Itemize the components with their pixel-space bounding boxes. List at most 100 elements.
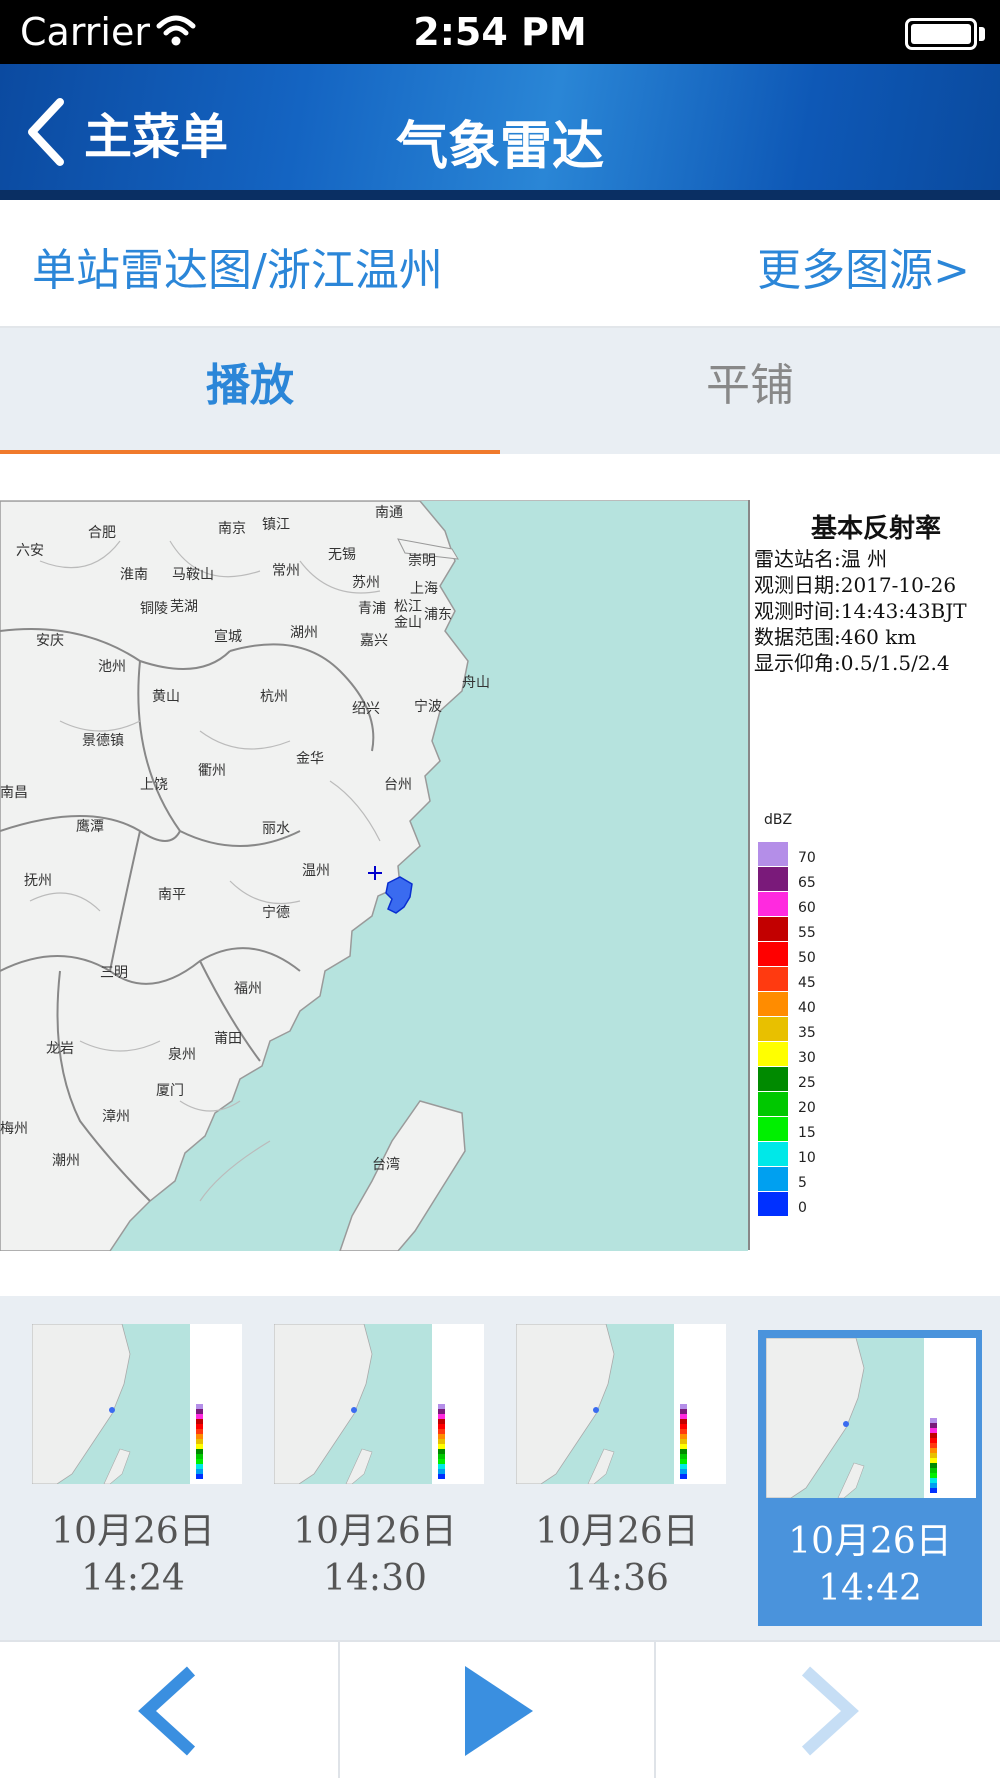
legend-swatch xyxy=(758,967,788,991)
legend-label: 35 xyxy=(798,1025,816,1041)
radar-station-info: 雷达站名:温 州 xyxy=(754,547,888,571)
frame-thumbnail-image xyxy=(516,1324,726,1484)
city-label: 潮州 xyxy=(52,1153,80,1169)
frame-date: 10月26日 xyxy=(788,1521,952,1562)
frame-thumbnail[interactable]: 10月26日 14:30 xyxy=(264,1324,486,1624)
tab-play[interactable]: 播放 xyxy=(0,328,500,454)
legend-label: 10 xyxy=(798,1150,816,1166)
city-label: 丽水 xyxy=(262,821,290,837)
city-label: 抚州 xyxy=(24,873,52,889)
city-label: 池州 xyxy=(98,659,126,675)
play-icon xyxy=(465,1666,533,1756)
city-label: 台州 xyxy=(384,777,412,793)
legend-title: 基本反射率 xyxy=(810,514,941,544)
legend-label: 55 xyxy=(798,925,816,941)
city-label: 镇江 xyxy=(262,517,290,533)
city-label: 台湾 xyxy=(372,1156,400,1173)
data-range-info: 数据范围:460 km xyxy=(754,625,917,649)
frame-thumbnail[interactable]: 10月26日 14:24 xyxy=(22,1324,244,1624)
legend-label: 0 xyxy=(798,1200,807,1216)
frame-date: 10月26日 xyxy=(535,1511,699,1552)
page-title: 气象雷达 xyxy=(395,117,604,177)
legend-swatch xyxy=(758,842,788,866)
legend-label: 15 xyxy=(798,1125,816,1141)
city-label: 安庆 xyxy=(36,633,64,649)
legend-label: 45 xyxy=(798,975,816,991)
legend-label: 40 xyxy=(798,1000,816,1016)
city-label: 杭州 xyxy=(260,689,288,705)
city-label: 上海 xyxy=(410,581,438,597)
previous-frame-button[interactable] xyxy=(0,1642,340,1778)
legend-label: 25 xyxy=(798,1075,816,1091)
city-label: 上饶 xyxy=(140,777,168,793)
legend-swatch xyxy=(758,1017,788,1041)
playback-controls xyxy=(0,1640,1000,1778)
city-label: 嘉兴 xyxy=(360,633,388,649)
frame-thumbnail-selected[interactable]: 10月26日 14:42 xyxy=(758,1330,982,1626)
legend-panel: 基本反射率 雷达站名:温 州 观测日期:2017-10-26 观测时间:14:4… xyxy=(748,500,1000,1250)
city-label: 福州 xyxy=(234,981,262,997)
city-label: 金山 xyxy=(394,615,422,631)
city-label: 宣城 xyxy=(214,629,242,645)
city-label: 马鞍山 xyxy=(172,567,214,583)
city-label: 苏州 xyxy=(352,575,380,591)
city-label: 衢州 xyxy=(198,762,226,779)
frame-time: 14:36 xyxy=(565,1558,669,1599)
play-button[interactable] xyxy=(340,1642,656,1778)
city-label: 无锡 xyxy=(328,547,356,563)
city-label: 南京 xyxy=(218,521,246,537)
city-label: 合肥 xyxy=(88,525,116,541)
city-label: 崇明 xyxy=(408,553,436,569)
frame-thumbnail-image xyxy=(32,1324,242,1484)
city-label: 黄山 xyxy=(152,688,180,705)
frame-date: 10月26日 xyxy=(51,1511,215,1552)
legend-swatch xyxy=(758,1042,788,1066)
legend-swatch xyxy=(758,1167,788,1191)
frame-date: 10月26日 xyxy=(293,1511,457,1552)
legend-swatch xyxy=(758,992,788,1016)
battery-tip xyxy=(979,27,985,41)
legend-label: 20 xyxy=(798,1100,816,1116)
legend-label: 5 xyxy=(798,1175,807,1191)
navigation-bar: 主菜单 气象雷达 xyxy=(0,64,1000,200)
city-label: 三明 xyxy=(100,965,128,981)
legend-unit: dBZ xyxy=(764,812,793,828)
city-label: 莆田 xyxy=(214,1031,242,1047)
city-label: 常州 xyxy=(272,563,300,579)
frame-thumbnail[interactable]: 10月26日 14:36 xyxy=(506,1324,728,1624)
city-label: 南昌 xyxy=(0,785,28,801)
city-label: 鹰潭 xyxy=(76,818,104,835)
city-label: 舟山 xyxy=(462,675,490,691)
observation-time-info: 观测时间:14:43:43BJT xyxy=(754,599,967,623)
legend-swatch xyxy=(758,1117,788,1141)
legend-label: 65 xyxy=(798,875,816,891)
city-label: 浦东 xyxy=(424,607,452,623)
city-label: 南通 xyxy=(375,505,403,521)
tab-tile[interactable]: 平铺 xyxy=(500,328,1000,454)
legend-swatch xyxy=(758,867,788,891)
city-label: 温州 xyxy=(302,863,330,879)
chevron-right-icon xyxy=(801,1666,859,1756)
city-label: 厦门 xyxy=(156,1083,184,1099)
legend-swatch xyxy=(758,1067,788,1091)
legend-swatch xyxy=(758,892,788,916)
city-label: 景德镇 xyxy=(82,733,124,749)
active-tab-indicator xyxy=(0,450,500,454)
frame-time: 14:42 xyxy=(818,1568,922,1609)
legend-swatch xyxy=(758,1092,788,1116)
next-frame-button[interactable] xyxy=(656,1642,1000,1778)
city-label: 漳州 xyxy=(102,1108,130,1125)
frame-thumbnail-strip: 10月26日 14:24 10月26日 14:30 10月26日 14:36 1… xyxy=(0,1296,1000,1640)
more-sources-link[interactable]: 更多图源> xyxy=(757,234,970,298)
frame-time: 14:30 xyxy=(323,1558,427,1599)
city-label: 龙岩 xyxy=(46,1041,74,1057)
city-label: 泉州 xyxy=(168,1046,196,1063)
city-label: 青浦 xyxy=(358,601,386,617)
city-label: 宁德 xyxy=(262,904,290,921)
city-label: 金华 xyxy=(296,751,324,767)
city-label: 南平 xyxy=(158,887,186,903)
city-label: 宁波 xyxy=(414,698,442,715)
status-bar: Carrier 2:54 PM xyxy=(0,0,1000,64)
battery-icon xyxy=(905,18,977,50)
elevation-angle-info: 显示仰角:0.5/1.5/2.4 xyxy=(754,651,950,675)
